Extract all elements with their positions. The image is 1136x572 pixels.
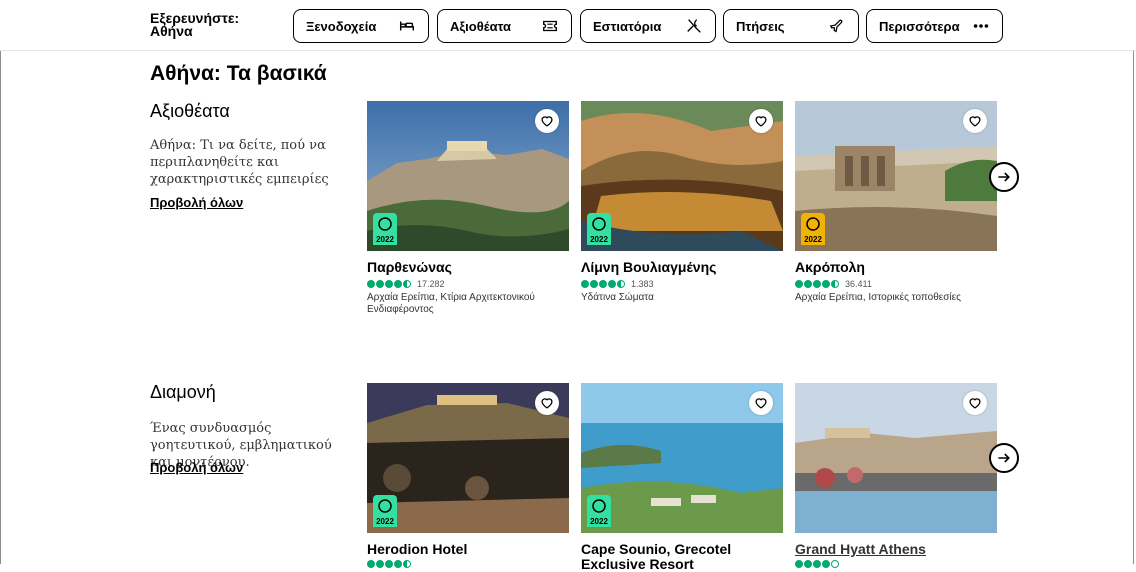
card-title-cape-sounio[interactable]: Cape Sounio, Grecotel bbox=[581, 541, 731, 557]
card-title-cape-sounio-line2[interactable]: Exclusive Resort bbox=[581, 556, 694, 572]
nav-attractions-button[interactable]: Αξιοθέατα bbox=[437, 9, 572, 43]
heart-icon bbox=[755, 398, 767, 409]
travellers-choice-badge: 2022 bbox=[373, 495, 397, 527]
save-heart-button[interactable] bbox=[749, 391, 773, 415]
heart-icon bbox=[755, 116, 767, 127]
rating-bubbles bbox=[795, 560, 840, 568]
card-category: Υδάτινα Σώματα bbox=[581, 292, 654, 303]
card-image-cape-sounio[interactable]: 2022 bbox=[581, 383, 783, 533]
plane-icon bbox=[829, 19, 843, 33]
card-image-acropolis[interactable]: 2022 bbox=[795, 101, 997, 251]
svg-text:2022: 2022 bbox=[590, 517, 608, 526]
card-image-herodion[interactable]: 2022 bbox=[367, 383, 569, 533]
save-heart-button[interactable] bbox=[749, 109, 773, 133]
section-title-stays: Διαμονή bbox=[150, 382, 216, 402]
nav-restaurants-label: Εστιατόρια bbox=[593, 18, 662, 34]
svg-text:2022: 2022 bbox=[590, 235, 608, 244]
review-count[interactable]: 1.383 bbox=[631, 279, 654, 289]
travellers-choice-badge: 2022 bbox=[587, 213, 611, 245]
page-title: Αθήνα: Τα βασικά bbox=[150, 62, 327, 85]
heart-icon bbox=[969, 398, 981, 409]
nav-hotels-label: Ξενοδοχεία bbox=[306, 18, 377, 34]
carousel-next-button[interactable] bbox=[989, 443, 1019, 473]
nav-hotels-button[interactable]: Ξενοδοχεία bbox=[293, 9, 429, 43]
section-title-attractions: Αξιοθέατα bbox=[150, 101, 230, 121]
review-count[interactable]: 17.282 bbox=[417, 279, 445, 289]
rating-bubbles: 36.411 bbox=[795, 279, 872, 289]
nav-flights-button[interactable]: Πτήσεις bbox=[723, 9, 859, 43]
card-image-vouliagmeni[interactable]: 2022 bbox=[581, 101, 783, 251]
card-category: Αρχαία Ερείπια, Κτίρια Αρχιτεκτονικού Εν… bbox=[367, 292, 535, 315]
card-image-grand-hyatt[interactable] bbox=[795, 383, 997, 533]
card-image-parthenon[interactable]: 2022 bbox=[367, 101, 569, 251]
view-all-stays-link[interactable]: Προβολή όλων bbox=[150, 460, 243, 475]
nav-attractions-label: Αξιοθέατα bbox=[450, 18, 512, 34]
heart-icon bbox=[541, 398, 553, 409]
save-heart-button[interactable] bbox=[963, 391, 987, 415]
bed-icon bbox=[399, 21, 415, 31]
nav-more-label: Περισσότερα bbox=[879, 18, 960, 34]
svg-text:2022: 2022 bbox=[376, 517, 394, 526]
window-border-right bbox=[1133, 0, 1134, 564]
top-navigation-bar: Εξερευνήστε: Αθήνα Ξενοδοχεία Αξιοθέατα … bbox=[0, 0, 1136, 51]
card-title-herodion[interactable]: Herodion Hotel bbox=[367, 541, 467, 557]
more-dots-icon bbox=[973, 24, 989, 28]
card-category: Αρχαία Ερείπια, Ιστορικές τοποθεσίες bbox=[795, 292, 961, 303]
save-heart-button[interactable] bbox=[535, 109, 559, 133]
window-border-left bbox=[0, 0, 1, 564]
view-all-attractions-link[interactable]: Προβολή όλων bbox=[150, 195, 243, 210]
location-title-line2: Αθήνα bbox=[150, 23, 193, 39]
heart-icon bbox=[541, 116, 553, 127]
rating-bubbles bbox=[367, 560, 412, 568]
save-heart-button[interactable] bbox=[535, 391, 559, 415]
svg-text:2022: 2022 bbox=[804, 235, 822, 244]
travellers-choice-badge: 2022 bbox=[801, 213, 825, 245]
card-title-parthenon[interactable]: Παρθενώνας bbox=[367, 259, 452, 275]
travellers-choice-badge: 2022 bbox=[373, 213, 397, 245]
heart-icon bbox=[969, 116, 981, 127]
arrow-right-icon bbox=[998, 453, 1010, 463]
nav-restaurants-button[interactable]: Εστιατόρια bbox=[580, 9, 716, 43]
card-title-acropolis[interactable]: Ακρόπολη bbox=[795, 259, 865, 275]
svg-text:2022: 2022 bbox=[376, 235, 394, 244]
carousel-next-button[interactable] bbox=[989, 162, 1019, 192]
rating-bubbles: 17.282 bbox=[367, 279, 445, 289]
save-heart-button[interactable] bbox=[963, 109, 987, 133]
nav-more-button[interactable]: Περισσότερα bbox=[866, 9, 1003, 43]
card-title-grand-hyatt[interactable]: Grand Hyatt Athens bbox=[795, 541, 926, 557]
rating-bubbles: 1.383 bbox=[581, 279, 654, 289]
arrow-right-icon bbox=[998, 172, 1010, 182]
review-count[interactable]: 36.411 bbox=[845, 279, 872, 289]
section-description-attractions: Αθήνα: Τι να δείτε, πού να περιπλανηθείτ… bbox=[150, 138, 329, 187]
ticket-icon bbox=[543, 20, 557, 32]
card-title-vouliagmeni[interactable]: Λίμνη Βουλιαγμένης bbox=[581, 259, 716, 275]
location-title[interactable]: Εξερευνήστε: Αθήνα bbox=[150, 11, 239, 39]
travellers-choice-badge: 2022 bbox=[587, 495, 611, 527]
nav-flights-label: Πτήσεις bbox=[736, 18, 785, 34]
utensils-icon bbox=[687, 19, 701, 33]
